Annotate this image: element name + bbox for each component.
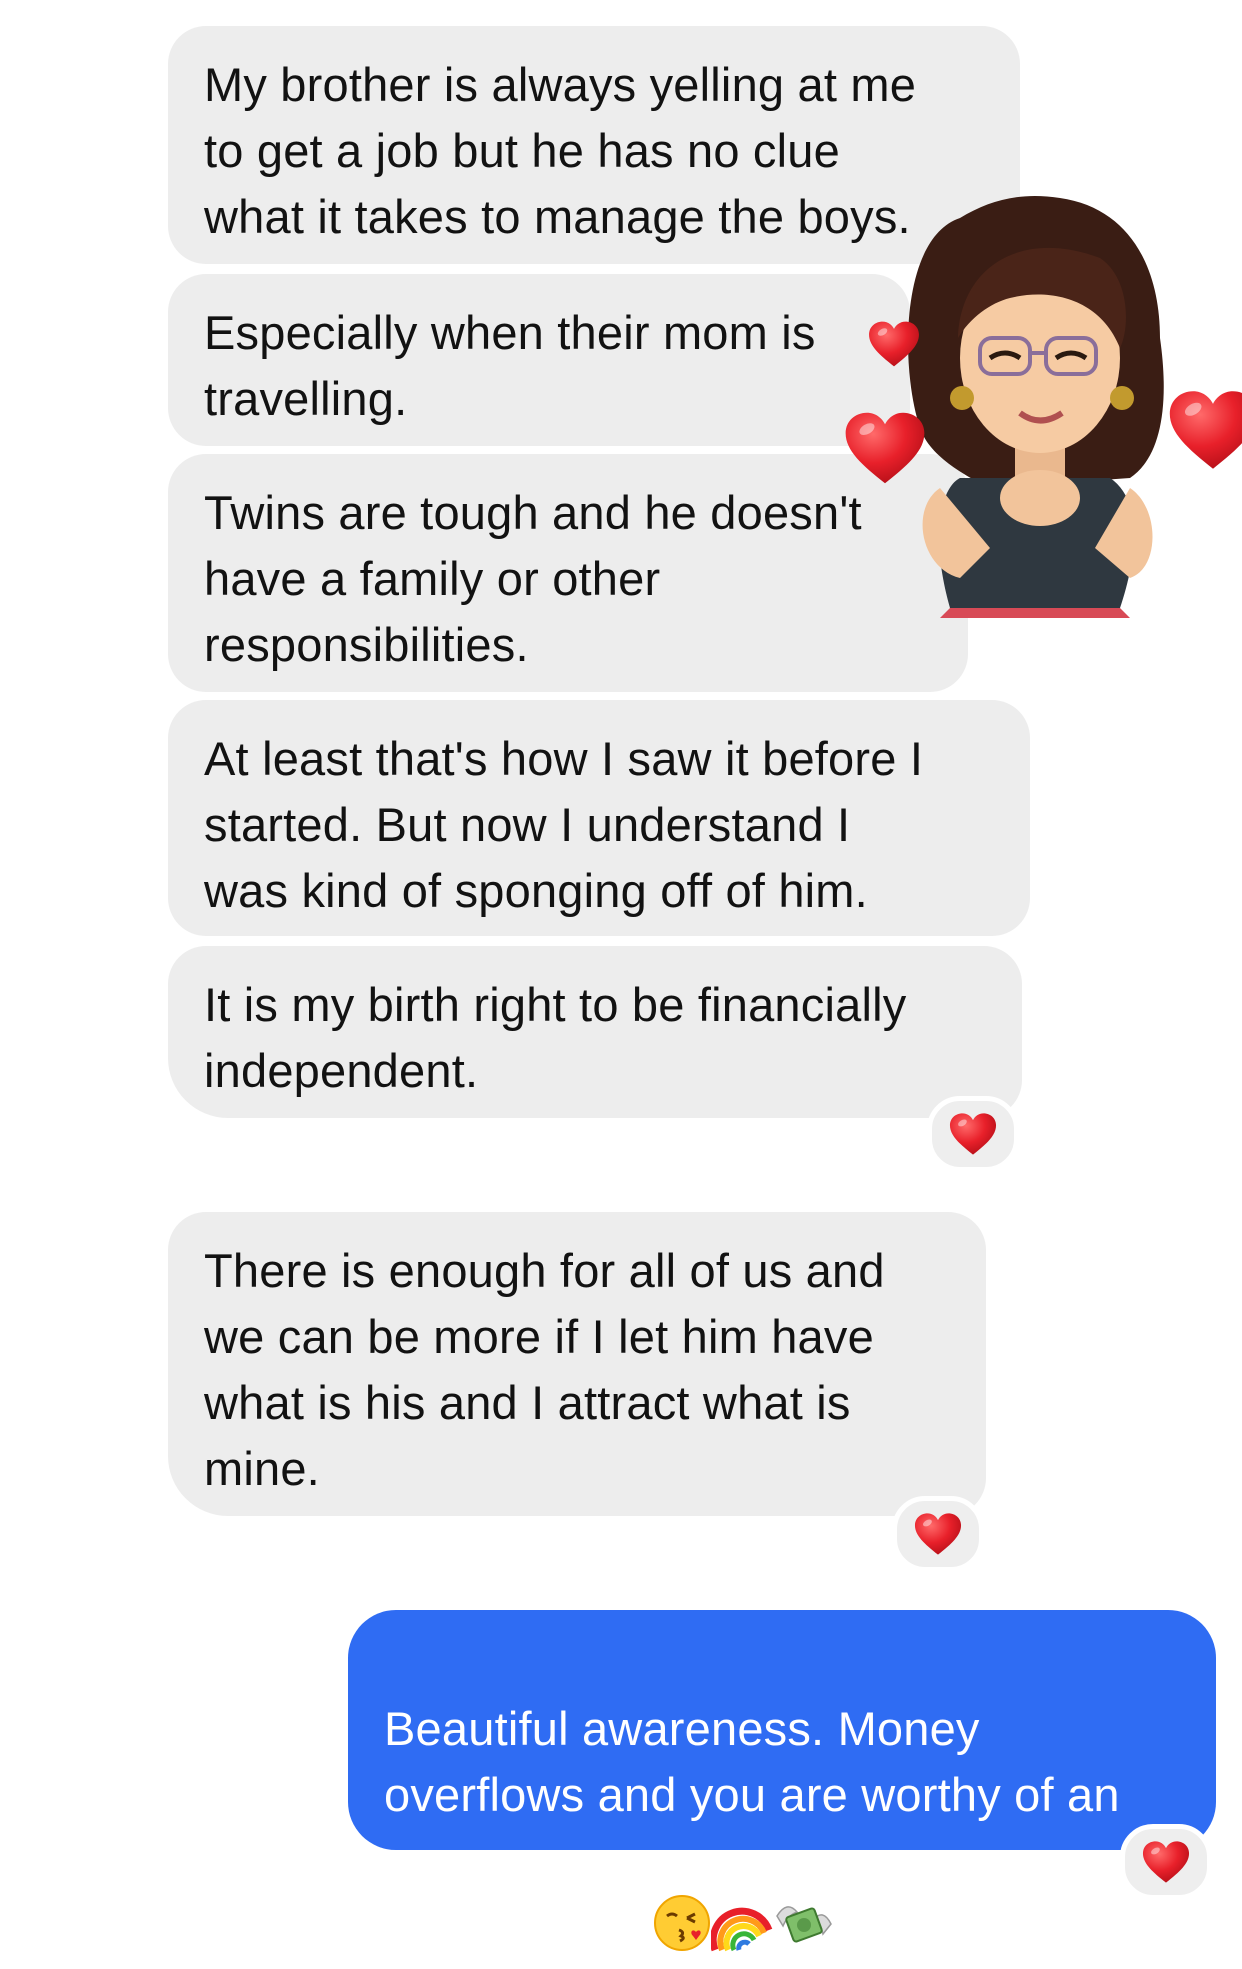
heart-reaction[interactable] [1120,1824,1212,1900]
heart-reaction[interactable] [892,1496,984,1572]
heart-icon [914,1512,962,1556]
sent-message-bubble[interactable]: Beautiful awareness. Money overflows and… [348,1610,1216,1952]
heart-icon [1142,1840,1190,1884]
heart-icon [1168,380,1242,480]
heart-icon [868,320,920,368]
message-bubble[interactable]: There is enough for all of us and we can… [168,1212,986,1516]
heart-reaction[interactable] [927,1096,1019,1172]
message-bubble[interactable]: Especially when their mom is travelling. [168,274,910,446]
money-with-wings-icon [773,1828,835,1969]
rainbow-icon [709,1828,773,1969]
message-bubble[interactable]: It is my birth right to be financially i… [168,946,1022,1118]
heart-icon [844,410,926,486]
kissing-face-icon [653,1828,711,1969]
heart-icon [949,1112,997,1156]
message-bubble[interactable]: At least that's how I saw it before I st… [168,700,1030,936]
